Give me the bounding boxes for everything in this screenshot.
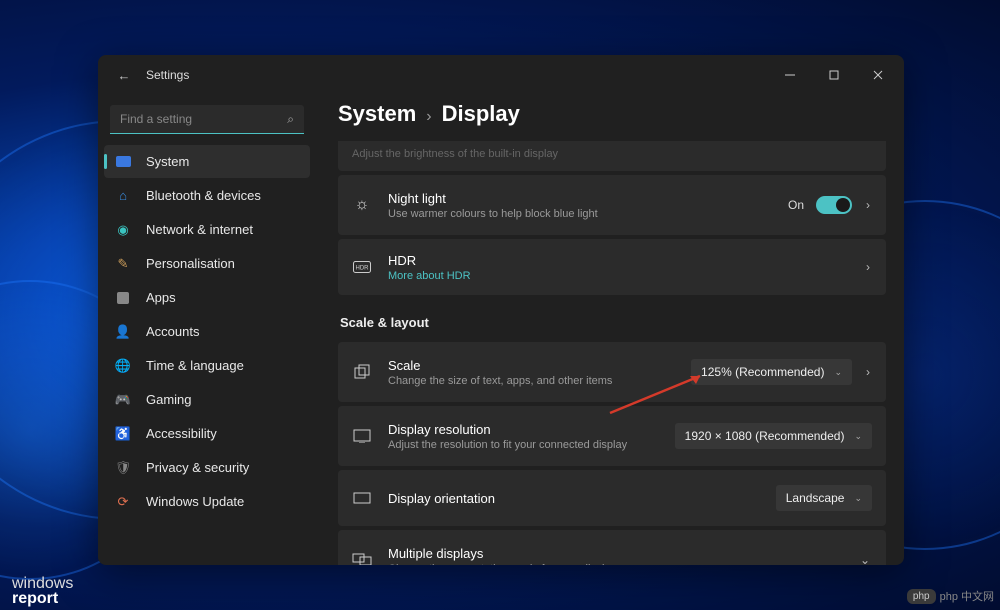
card-title: HDR — [388, 253, 864, 268]
card-subtitle: Use warmer colours to help block blue li… — [388, 208, 788, 220]
card-title: Night light — [388, 191, 788, 206]
sidebar-item-label: Bluetooth & devices — [146, 188, 261, 203]
sidebar-item-label: Accessibility — [146, 426, 217, 441]
card-subtitle: Change the size of text, apps, and other… — [388, 375, 691, 387]
minimize-button[interactable] — [768, 60, 812, 90]
sidebar-item-windows-update[interactable]: ⟳ Windows Update — [104, 485, 310, 518]
dropdown-value: 125% (Recommended) — [701, 365, 824, 379]
card-subtitle: Adjust the resolution to fit your connec… — [388, 439, 675, 451]
chevron-right-icon: › — [864, 260, 872, 274]
card-orientation[interactable]: Display orientation Landscape ⌄ — [338, 470, 886, 526]
card-title: Display resolution — [388, 422, 675, 437]
card-hdr[interactable]: HDR HDR More about HDR › — [338, 239, 886, 295]
watermark-right: phpphp 中文网 — [907, 588, 994, 604]
brush-icon: ✎ — [114, 255, 132, 273]
sidebar-item-accessibility[interactable]: ♿ Accessibility — [104, 417, 310, 450]
chevron-down-icon: ⌄ — [858, 553, 872, 565]
dropdown-value: Landscape — [786, 491, 845, 505]
sidebar-item-apps[interactable]: Apps — [104, 281, 310, 314]
breadcrumb-current: Display — [442, 101, 520, 127]
settings-window: ← Settings ⌕ System ⌂ Bluetooth & device… — [98, 55, 904, 565]
scale-dropdown[interactable]: 125% (Recommended) ⌄ — [691, 359, 852, 385]
resolution-icon — [352, 426, 372, 446]
sidebar: ⌕ System ⌂ Bluetooth & devices ◉ Network… — [98, 95, 316, 565]
card-scale[interactable]: Scale Change the size of text, apps, and… — [338, 342, 886, 402]
card-multiple-displays[interactable]: Multiple displays Choose the presentatio… — [338, 530, 886, 565]
chevron-right-icon: › — [426, 108, 431, 126]
orientation-icon — [352, 488, 372, 508]
card-subtitle: Choose the presentation mode for your di… — [388, 563, 858, 566]
section-header: Scale & layout — [340, 315, 886, 330]
sidebar-item-label: Privacy & security — [146, 460, 249, 475]
accessibility-icon: ♿ — [114, 425, 132, 443]
resolution-dropdown[interactable]: 1920 × 1080 (Recommended) ⌄ — [675, 423, 872, 449]
sidebar-item-label: Time & language — [146, 358, 244, 373]
sidebar-item-label: Accounts — [146, 324, 199, 339]
sidebar-item-personalisation[interactable]: ✎ Personalisation — [104, 247, 310, 280]
sidebar-item-label: Windows Update — [146, 494, 244, 509]
card-subtitle: Adjust the brightness of the built-in di… — [352, 148, 872, 160]
search-icon: ⌕ — [287, 112, 294, 127]
sidebar-item-label: Gaming — [146, 392, 192, 407]
sidebar-item-label: Personalisation — [146, 256, 235, 271]
dropdown-value: 1920 × 1080 (Recommended) — [685, 429, 845, 443]
sidebar-item-system[interactable]: System — [104, 145, 310, 178]
watermark-left: windowsreport — [12, 576, 73, 606]
gaming-icon: 🎮 — [114, 391, 132, 409]
sidebar-item-bluetooth[interactable]: ⌂ Bluetooth & devices — [104, 179, 310, 212]
chevron-down-icon: ⌄ — [854, 493, 862, 504]
card-resolution[interactable]: Display resolution Adjust the resolution… — [338, 406, 886, 466]
card-brightness[interactable]: Adjust the brightness of the built-in di… — [338, 141, 886, 171]
card-night-light[interactable]: ☼ Night light Use warmer colours to help… — [338, 175, 886, 235]
search-input[interactable] — [110, 105, 304, 134]
sidebar-item-time[interactable]: 🌐 Time & language — [104, 349, 310, 382]
sidebar-item-network[interactable]: ◉ Network & internet — [104, 213, 310, 246]
chevron-right-icon: › — [864, 198, 872, 212]
sidebar-item-gaming[interactable]: 🎮 Gaming — [104, 383, 310, 416]
sidebar-item-accounts[interactable]: 👤 Accounts — [104, 315, 310, 348]
chevron-down-icon: ⌄ — [834, 367, 842, 378]
person-icon: 👤 — [114, 323, 132, 341]
night-light-toggle[interactable] — [816, 196, 852, 214]
shield-icon: 🛡 — [114, 459, 132, 477]
close-button[interactable] — [856, 60, 900, 90]
globe-icon: 🌐 — [114, 357, 132, 375]
sidebar-item-label: Network & internet — [146, 222, 253, 237]
card-title: Multiple displays — [388, 546, 858, 561]
multiple-displays-icon — [352, 550, 372, 565]
sidebar-item-label: System — [146, 154, 189, 169]
orientation-dropdown[interactable]: Landscape ⌄ — [776, 485, 872, 511]
main-panel: System › Display Adjust the brightness o… — [316, 95, 904, 565]
wifi-icon: ◉ — [114, 221, 132, 239]
titlebar: ← Settings — [98, 55, 904, 95]
back-button[interactable]: ← — [112, 68, 136, 83]
apps-icon — [114, 289, 132, 307]
toggle-state: On — [788, 198, 804, 212]
maximize-button[interactable] — [812, 60, 856, 90]
night-light-icon: ☼ — [352, 195, 372, 215]
system-icon — [114, 153, 132, 171]
svg-text:HDR: HDR — [356, 266, 370, 272]
breadcrumb: System › Display — [338, 101, 886, 127]
breadcrumb-parent[interactable]: System — [338, 101, 416, 127]
window-title: Settings — [146, 68, 768, 82]
scale-icon — [352, 362, 372, 382]
chevron-right-icon: › — [864, 365, 872, 379]
card-title: Display orientation — [388, 491, 776, 506]
sidebar-item-privacy[interactable]: 🛡 Privacy & security — [104, 451, 310, 484]
card-link[interactable]: More about HDR — [388, 270, 864, 282]
hdr-icon: HDR — [352, 257, 372, 277]
bluetooth-icon: ⌂ — [114, 187, 132, 205]
sidebar-item-label: Apps — [146, 290, 176, 305]
update-icon: ⟳ — [114, 493, 132, 511]
chevron-down-icon: ⌄ — [854, 431, 862, 442]
card-title: Scale — [388, 358, 691, 373]
